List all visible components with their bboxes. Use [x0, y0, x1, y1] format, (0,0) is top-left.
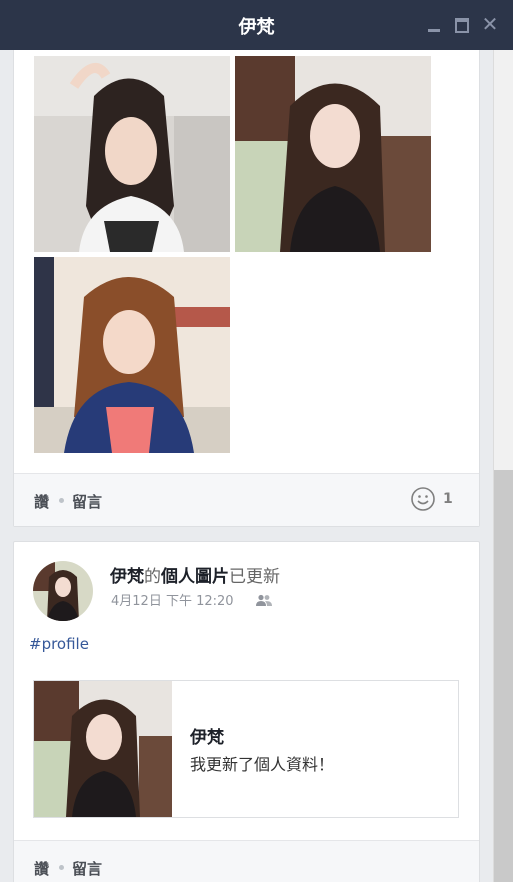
scrollbar[interactable] [493, 50, 513, 882]
maximize-icon[interactable] [453, 15, 471, 33]
like-button[interactable]: 讚 [34, 858, 49, 879]
link-thumbnail[interactable] [34, 681, 172, 817]
hashtag-link[interactable]: #profile [29, 635, 89, 653]
feed: 讚 留言 1 伊梵的個人圖片已更新 4月12日 下午 12:20 #profil… [0, 50, 493, 882]
headline-object[interactable]: 個人圖片 [161, 567, 229, 587]
post-photo[interactable] [235, 56, 431, 252]
author-name[interactable]: 伊梵 [110, 567, 144, 587]
post-headline: 伊梵的個人圖片已更新 [110, 562, 280, 587]
smile-icon[interactable] [411, 487, 435, 511]
post-actions: 讚 留言 1 [14, 473, 479, 526]
close-icon[interactable]: ✕ [481, 14, 499, 34]
headline-verb: 已更新 [229, 567, 280, 587]
headline-connector: 的 [144, 567, 161, 587]
link-description: 我更新了個人資料！ [190, 755, 335, 774]
like-button[interactable]: 讚 [34, 491, 49, 512]
post-card: 伊梵的個人圖片已更新 4月12日 下午 12:20 #profile 伊梵 我更… [13, 541, 480, 882]
avatar[interactable] [33, 561, 93, 621]
scrollbar-thumb[interactable] [494, 470, 513, 882]
post-actions: 讚 留言 [14, 840, 479, 882]
timestamp[interactable]: 4月12日 下午 12:20 [111, 590, 234, 609]
post-photo[interactable] [34, 257, 230, 453]
comment-button[interactable]: 留言 [72, 491, 102, 512]
minimize-icon[interactable] [425, 15, 443, 33]
separator-dot [59, 498, 64, 503]
reaction-count: 1 [443, 491, 453, 507]
link-title: 伊梵 [190, 728, 224, 748]
title-bar: 伊梵 ✕ [0, 0, 513, 50]
friends-icon[interactable] [256, 594, 272, 606]
post-card: 讚 留言 1 [13, 50, 480, 527]
link-preview[interactable]: 伊梵 我更新了個人資料！ [33, 680, 459, 818]
separator-dot [59, 865, 64, 870]
post-photo[interactable] [34, 56, 230, 252]
comment-button[interactable]: 留言 [72, 858, 102, 879]
